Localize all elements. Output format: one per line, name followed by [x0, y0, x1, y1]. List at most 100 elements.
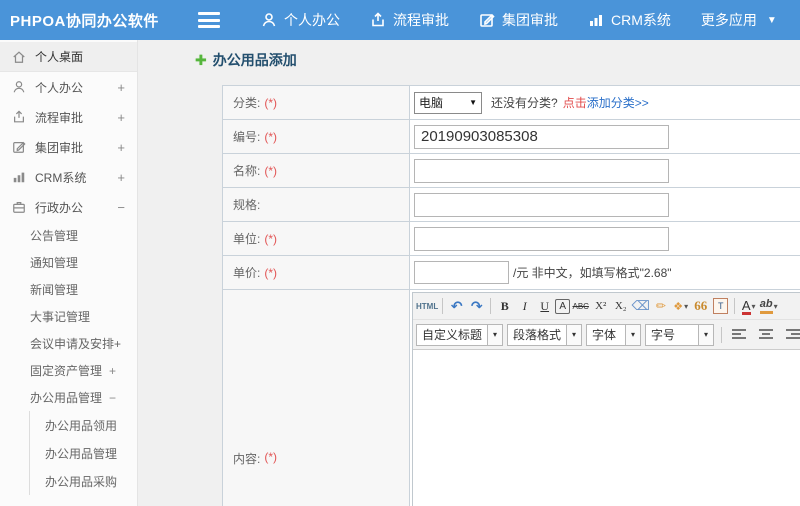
sidebar-item-events-mgmt[interactable]: 大事记管理	[0, 303, 137, 330]
align-center-icon[interactable]	[755, 325, 777, 345]
plus-icon: ✚	[195, 51, 207, 68]
required-marker: (*)	[264, 450, 278, 464]
expand-icon[interactable]: +	[109, 364, 116, 378]
highlight-color-button[interactable]: ab ▾	[759, 296, 778, 316]
custom-heading-dropdown[interactable]: 自定义标题 ▾	[416, 323, 504, 346]
spec-input[interactable]	[414, 192, 669, 217]
briefcase-icon	[12, 200, 26, 214]
strikethrough-button[interactable]: ABC	[571, 296, 590, 316]
expand-icon[interactable]: +	[117, 140, 125, 155]
sidebar-item-news-mgmt[interactable]: 新闻管理	[0, 276, 137, 303]
dropdown-label: 段落格式	[513, 328, 562, 342]
font-style-button[interactable]: A	[555, 298, 571, 314]
unit-label: 单位:	[233, 232, 261, 246]
redo-icon[interactable]: ↷	[467, 296, 486, 316]
page-title: ✚ 办公用品添加	[195, 50, 297, 70]
expand-icon[interactable]: +	[117, 80, 125, 95]
nav-label: 个人办公	[284, 12, 340, 28]
nav-label: 更多应用	[700, 12, 757, 28]
underline-button[interactable]: U	[535, 296, 554, 316]
editor-toolbar-row2: 自定义标题 ▾ 段落格式 ▾ 字体 ▾ 字号 ▾	[413, 320, 800, 350]
nav-process-approval[interactable]: 流程审批	[355, 0, 464, 40]
superscript-button[interactable]: X²	[591, 296, 610, 316]
subscript-button[interactable]: X₂	[611, 296, 630, 316]
highlight-glyph: ab	[759, 298, 773, 314]
font-size-dropdown[interactable]: 字号 ▾	[645, 323, 715, 346]
italic-button[interactable]: I	[515, 296, 534, 316]
nav-label: 流程审批	[393, 12, 449, 28]
paste-as-text-icon[interactable]: T	[711, 296, 730, 316]
sidebar-item-label: 流程审批	[35, 110, 84, 125]
blockquote-button[interactable]: 66	[691, 296, 710, 316]
html-source-button[interactable]: HTML	[416, 296, 438, 316]
sidebar-item-office-supplies-mgmt[interactable]: 办公用品管理 −	[0, 384, 137, 411]
remove-format-icon[interactable]: ⌫	[631, 296, 650, 316]
nav-more-apps[interactable]: 更多应用 ▼	[686, 0, 792, 40]
form-row-category: 分类: (*) 电脑 ▼ 还没有分类? 点击 添加分类>>	[223, 86, 800, 120]
align-right-icon[interactable]	[781, 325, 800, 345]
category-select[interactable]: 电脑 ▼	[414, 91, 482, 114]
caret-down-icon: ▾	[698, 324, 714, 345]
code-label: 编号:	[233, 130, 261, 144]
sidebar-item-announcement-mgmt[interactable]: 公告管理	[0, 222, 137, 249]
home-icon	[12, 50, 26, 64]
add-category-link-red[interactable]: 点击	[563, 94, 587, 111]
caret-down-icon: ▾	[625, 324, 641, 345]
font-color-button[interactable]: A ▾	[739, 296, 758, 316]
name-input[interactable]	[414, 158, 669, 183]
sidebar-subsubmenu: 办公用品领用 办公用品管理 办公用品采购	[29, 411, 137, 495]
sidebar-item-label: 会议申请及安排+	[30, 337, 122, 351]
top-header: PHPOA协同办公软件 个人办公 流程审批 集团审批 CRM系统 更多应用 ▼	[0, 0, 800, 40]
bold-button[interactable]: B	[495, 296, 514, 316]
expand-icon[interactable]: +	[117, 110, 125, 125]
quick-format-icon[interactable]: ❖ ▾	[671, 296, 690, 316]
caret-down-icon: ▾	[751, 301, 756, 311]
format-painter-icon[interactable]: ✏	[651, 296, 670, 316]
sidebar-item-notice-mgmt[interactable]: 通知管理	[0, 249, 137, 276]
chart-icon	[12, 170, 26, 184]
editor-content-area[interactable]	[413, 350, 800, 506]
sidebar-item-fixed-assets-mgmt[interactable]: 固定资产管理 +	[0, 357, 137, 384]
sidebar-item-label: 公告管理	[30, 229, 79, 243]
sidebar-item-group-approval[interactable]: 集团审批 +	[0, 132, 137, 162]
align-left-icon[interactable]	[729, 325, 751, 345]
caret-down-icon: ▾	[684, 301, 689, 311]
sidebar-item-supplies-manage[interactable]: 办公用品管理	[30, 439, 137, 467]
sidebar-item-label: CRM系统	[35, 170, 87, 185]
sidebar-item-admin-office[interactable]: 行政办公 −	[0, 192, 137, 222]
sidebar-item-meeting-mgmt[interactable]: 会议申请及安排+	[0, 330, 137, 357]
category-hint: 还没有分类?	[491, 96, 558, 110]
undo-icon[interactable]: ↶	[447, 296, 466, 316]
collapse-icon[interactable]: −	[117, 200, 125, 215]
sidebar-item-label: 个人桌面	[35, 50, 84, 64]
sidebar-item-personal-desktop[interactable]: 个人桌面	[0, 42, 137, 72]
required-marker: (*)	[264, 265, 278, 280]
unit-input[interactable]	[414, 226, 669, 251]
person-icon	[261, 12, 277, 28]
add-category-link[interactable]: 添加分类>>	[587, 94, 649, 111]
nav-group-approval[interactable]: 集团审批	[464, 0, 573, 40]
font-family-dropdown[interactable]: 字体 ▾	[586, 323, 642, 346]
price-input[interactable]	[414, 261, 509, 284]
collapse-icon[interactable]: −	[109, 391, 116, 405]
nav-personal-office[interactable]: 个人办公	[246, 0, 355, 40]
sidebar-item-supplies-claim[interactable]: 办公用品领用	[30, 411, 137, 439]
top-navigation: 个人办公 流程审批 集团审批 CRM系统 更多应用 ▼	[246, 0, 792, 40]
expand-icon[interactable]: +	[117, 170, 125, 185]
wand-glyph: ❖	[673, 300, 684, 313]
share-icon	[12, 110, 26, 124]
paragraph-format-dropdown[interactable]: 段落格式 ▾	[507, 323, 583, 346]
sidebar-item-supplies-purchase[interactable]: 办公用品采购	[30, 467, 137, 495]
nav-crm-system[interactable]: CRM系统	[573, 0, 686, 40]
sidebar-item-personal-office[interactable]: 个人办公 +	[0, 72, 137, 102]
form-row-price: 单价: (*) /元 非中文，如填写格式"2.68"	[223, 256, 800, 290]
form-row-code: 编号: (*)	[223, 120, 800, 154]
price-label: 单价:	[233, 266, 261, 280]
hamburger-menu-icon[interactable]	[198, 12, 220, 28]
sidebar-item-process-approval[interactable]: 流程审批 +	[0, 102, 137, 132]
sidebar-item-label: 集团审批	[35, 140, 84, 155]
code-input[interactable]	[414, 124, 669, 149]
toolbar-separator	[490, 298, 492, 314]
sidebar-item-crm[interactable]: CRM系统 +	[0, 162, 137, 192]
main-content: ✚ 办公用品添加 分类: (*) 电脑 ▼ 还没有分类? 点击 添加分类>> 编…	[138, 40, 800, 506]
